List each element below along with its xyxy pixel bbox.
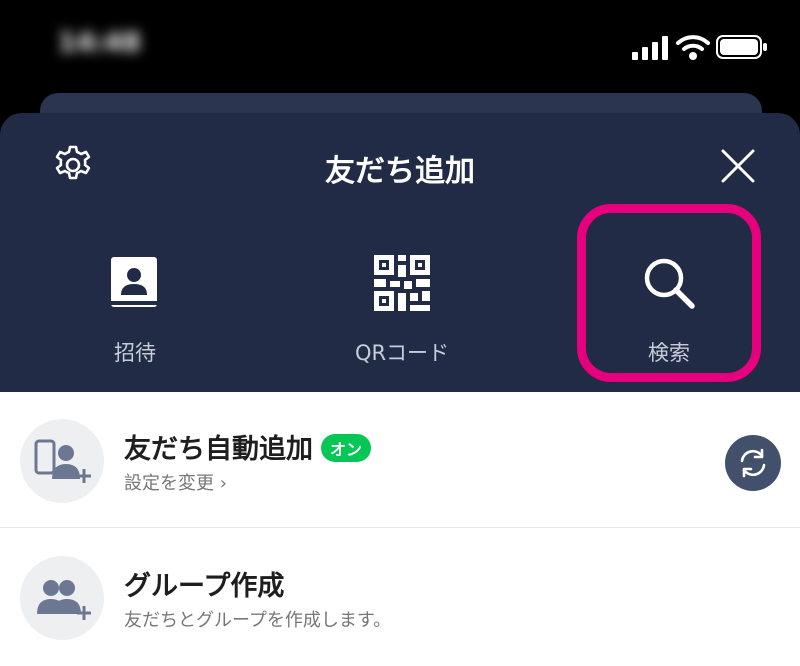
auto-add-friends-item[interactable]: 友だち自動追加 オン 設定を変更 ›	[0, 392, 800, 528]
change-settings-link[interactable]: 設定を変更 ›	[124, 469, 227, 495]
create-group-item[interactable]: グループ作成 友だちとグループを作成します。	[0, 529, 800, 665]
group-avatar	[20, 556, 104, 640]
group-title: グループ作成	[124, 571, 285, 602]
group-subtitle: 友だちとグループを作成します。	[124, 610, 392, 631]
refresh-button[interactable]	[725, 435, 781, 491]
qr-code-button[interactable]: QRコード	[307, 255, 497, 375]
wifi-icon	[676, 35, 710, 60]
invite-label: 招待	[114, 341, 156, 365]
invite-button[interactable]: 招待	[40, 255, 230, 375]
qr-code-label: QRコード	[354, 341, 450, 365]
search-highlight-frame	[577, 204, 761, 382]
status-badge: オン	[321, 433, 372, 462]
auto-add-title-text: 友だち自動追加	[124, 434, 313, 465]
phone-user-add-icon	[34, 439, 91, 483]
options-list: 友だち自動追加 オン 設定を変更 › グループ作成 友だちとグループを作成します…	[0, 392, 800, 666]
page-title: 友だち追加	[325, 154, 475, 189]
auto-add-title: 友だち自動追加 オン	[124, 427, 372, 466]
refresh-icon	[740, 448, 766, 478]
auto-add-avatar	[20, 419, 104, 503]
qr-code-icon	[374, 255, 430, 311]
status-bar: 14:48	[0, 0, 800, 95]
battery-icon	[716, 35, 767, 59]
signal-icon	[632, 36, 668, 60]
contacts-book-icon	[111, 257, 157, 307]
close-icon[interactable]	[720, 148, 756, 184]
status-time: 14:48	[58, 28, 141, 58]
group-add-icon	[37, 580, 91, 620]
